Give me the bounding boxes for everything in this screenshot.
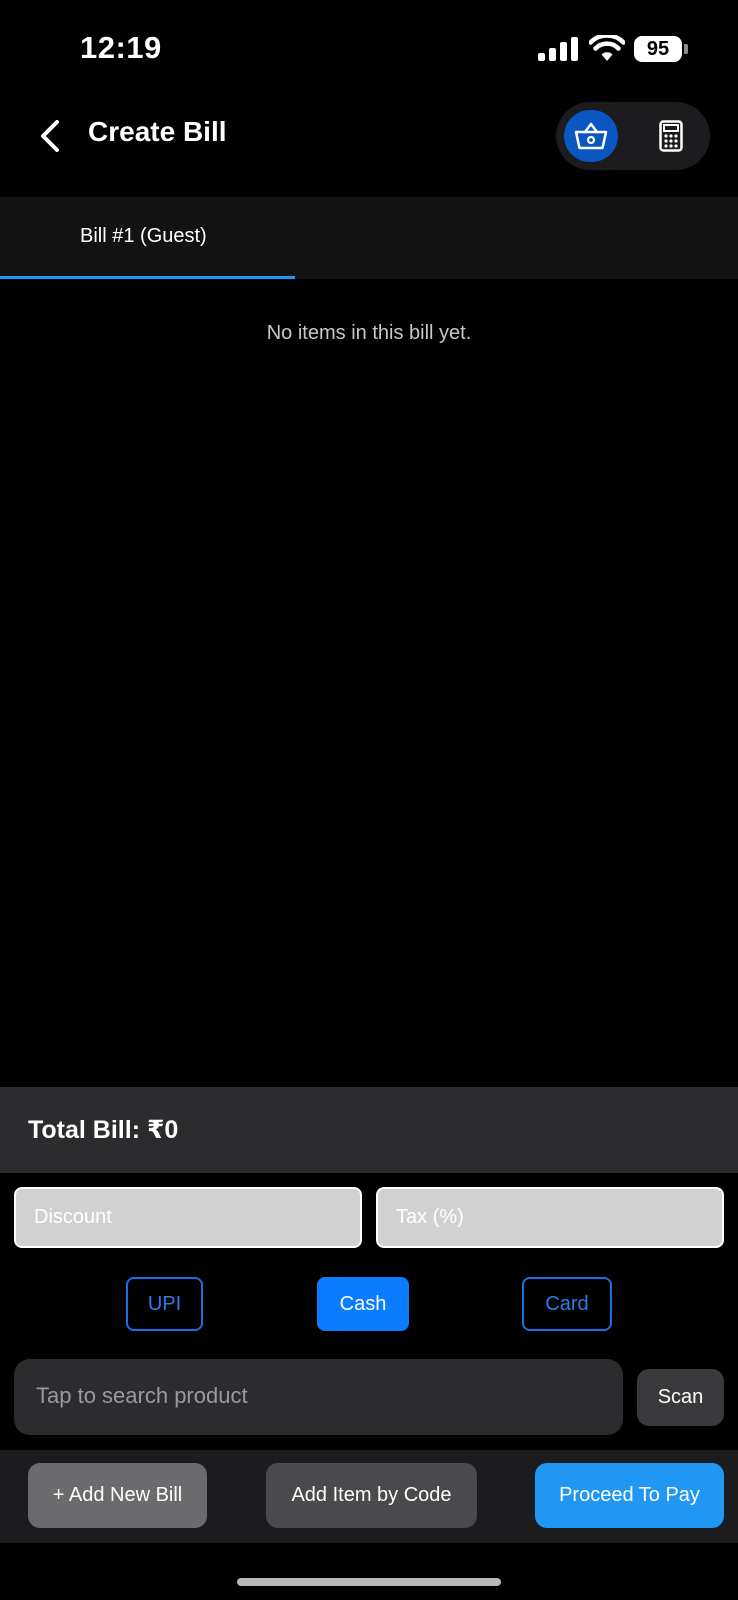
basket-mode-button[interactable] (564, 110, 618, 162)
product-search-input[interactable]: Tap to search product (14, 1359, 623, 1435)
proceed-to-pay-button[interactable]: Proceed To Pay (535, 1463, 724, 1528)
calculator-icon (659, 120, 683, 152)
back-button[interactable] (28, 114, 72, 158)
app-header: Create Bill (0, 100, 738, 194)
wifi-icon (589, 35, 625, 61)
discount-input[interactable] (14, 1187, 362, 1248)
bottom-action-bar: + Add New Bill Add Item by Code Proceed … (0, 1450, 738, 1543)
battery-icon: 95 (634, 36, 688, 62)
total-bill-label: Total Bill: ₹0 (28, 1116, 179, 1144)
status-time: 12:19 (80, 30, 162, 65)
tab-bill-1[interactable]: Bill #1 (Guest) (0, 197, 295, 279)
calculator-mode-button[interactable] (644, 110, 698, 162)
bill-tab-bar: Bill #1 (Guest) (0, 197, 738, 279)
battery-level: 95 (634, 36, 682, 62)
battery-cap (684, 44, 688, 54)
chevron-left-icon (41, 120, 59, 152)
page-title: Create Bill (88, 116, 227, 147)
basket-icon (574, 122, 608, 150)
create-bill-screen: 12:19 95 Create Bill Bill #1 (Guest) No … (0, 0, 738, 1600)
tab-label: Bill #1 (Guest) (80, 225, 207, 247)
search-placeholder: Tap to search product (36, 1383, 248, 1408)
tax-input[interactable] (376, 1187, 724, 1248)
tab-active-indicator (0, 276, 295, 279)
add-item-by-code-button[interactable]: Add Item by Code (266, 1463, 477, 1528)
home-indicator[interactable] (237, 1578, 501, 1586)
payment-cash-button[interactable]: Cash (317, 1277, 409, 1331)
total-bill-panel: Total Bill: ₹0 (0, 1087, 738, 1173)
empty-bill-message: No items in this bill yet. (266, 322, 472, 344)
add-new-bill-button[interactable]: + Add New Bill (28, 1463, 207, 1528)
status-bar: 12:19 95 (0, 0, 738, 100)
payment-upi-button[interactable]: UPI (126, 1277, 203, 1331)
mode-toggle[interactable] (556, 102, 710, 170)
scan-button[interactable]: Scan (637, 1369, 724, 1426)
signal-icon (538, 37, 578, 61)
payment-card-button[interactable]: Card (522, 1277, 612, 1331)
